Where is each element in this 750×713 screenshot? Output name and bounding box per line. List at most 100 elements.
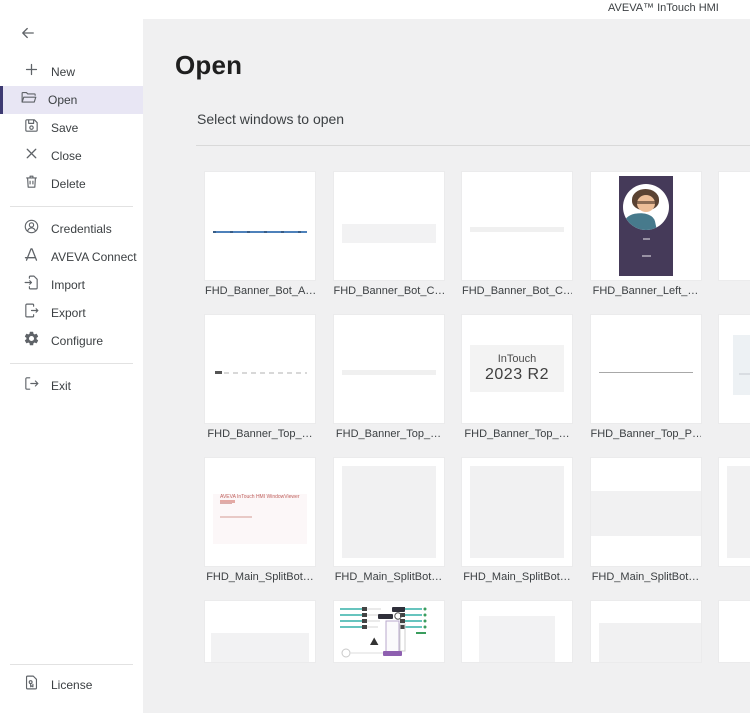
sidebar-item-close[interactable]: Close xyxy=(0,142,143,170)
window-item: FHD_Banner_Bot_C… xyxy=(333,172,444,298)
banner-thin-band xyxy=(341,370,436,375)
window-item: FHD_Banner_Bot_A… xyxy=(205,172,315,298)
import-icon xyxy=(23,274,40,296)
sidebar-item-credentials[interactable]: Credentials xyxy=(0,215,143,243)
sidebar-item-label: Import xyxy=(51,278,86,292)
save-icon xyxy=(23,117,40,139)
grid-row: REACTOR xyxy=(205,601,750,679)
plus-icon xyxy=(23,61,40,83)
window-thumbnail[interactable] xyxy=(462,172,572,280)
window-thumbnail[interactable] xyxy=(590,172,701,280)
sidebar-item-delete[interactable]: Delete xyxy=(0,170,143,198)
window-item: FHD_Banner_Top_P… xyxy=(590,315,701,441)
window-label: FHD_… xyxy=(719,571,750,584)
window-label: FHD_Banner_Bot_A… xyxy=(205,285,315,297)
person-circle-icon xyxy=(23,218,40,240)
window-thumbnail[interactable]: AVEVA InTouch HMI WindowViewer xyxy=(205,458,315,566)
gray-square xyxy=(470,466,564,558)
gray-square xyxy=(341,466,436,558)
gray-center-column xyxy=(479,616,555,662)
window-thumbnail[interactable] xyxy=(590,458,701,566)
banner-thin-band xyxy=(470,227,564,232)
window-label: FHD_Banner_Left_… xyxy=(592,285,699,297)
section-divider xyxy=(196,145,750,146)
window-thumbnail[interactable] xyxy=(462,601,572,662)
app-title: AVEVA™ InTouch HMI xyxy=(608,2,719,14)
window-thumbnail[interactable] xyxy=(205,172,315,280)
window-thumbnail[interactable] xyxy=(205,315,315,423)
sidebar-item-exit[interactable]: Exit xyxy=(0,372,143,400)
window-item: FHD_Banner_Top_… xyxy=(333,315,444,441)
page-subtitle: Select windows to open xyxy=(197,111,345,127)
window-thumbnail[interactable] xyxy=(333,315,444,423)
window-item: FHD_Main_SplitBot… xyxy=(462,458,572,584)
sidebar-item-export[interactable]: Export xyxy=(0,299,143,327)
sidebar-item-new[interactable]: New xyxy=(0,58,143,86)
main-content: Open Select windows to open FHD_Banner_B… xyxy=(143,19,750,713)
window-thumbnail[interactable] xyxy=(333,458,444,566)
avatar xyxy=(622,184,669,230)
banner-gray-band xyxy=(341,224,436,243)
window-label: FHD_Main_SplitBot… xyxy=(591,571,700,583)
sidebar-item-label: License xyxy=(51,678,93,692)
sidebar-item-license[interactable]: License xyxy=(0,671,143,699)
window-label: FHD_Banner_Top_P… xyxy=(590,428,701,440)
sidebar-item-label: Export xyxy=(51,306,86,320)
window-item: FHD_Banner_Left_… xyxy=(590,172,701,298)
window-label: FHD_Main_SplitBot… xyxy=(206,571,314,583)
list-panel xyxy=(733,335,750,395)
window-thumbnail[interactable] xyxy=(205,601,315,662)
window-label: FHD_… xyxy=(719,285,750,298)
gray-square xyxy=(727,466,750,558)
windows-grid: FHD_Banner_Bot_A… FHD_Banner_Bot_C… FHD_Ba… xyxy=(205,172,750,679)
folder-open-icon xyxy=(20,89,37,111)
sidebar-item-label: New xyxy=(51,65,76,79)
sidebar: New Open Save Close Delete Credentials A… xyxy=(0,0,143,713)
window-label: FHD_Main_SplitBot… xyxy=(463,571,571,583)
window-label: FHD_Banner_Top_… xyxy=(464,428,570,440)
window-thumbnail[interactable]: InTouch 2023 R2 xyxy=(462,315,572,423)
window-thumbnail[interactable] xyxy=(590,601,701,662)
gray-bottom-half xyxy=(211,632,309,662)
close-icon xyxy=(23,145,40,167)
grid-row: AVEVA InTouch HMI WindowViewer FHD_Main_S… xyxy=(205,458,750,601)
window-thumbnail[interactable] xyxy=(719,172,750,280)
window-item: FHD_Main_SplitBot… xyxy=(333,458,444,584)
purple-banner-panel xyxy=(618,176,673,276)
sidebar-item-open[interactable]: Open xyxy=(0,86,143,114)
gray-mid-band xyxy=(590,491,701,536)
export-icon xyxy=(23,302,40,324)
sidebar-item-configure[interactable]: Configure xyxy=(0,327,143,355)
back-button[interactable] xyxy=(19,24,37,42)
sidebar-item-aveva-connect[interactable]: AVEVA Connect xyxy=(0,243,143,271)
sidebar-item-label: Delete xyxy=(51,177,86,191)
window-item: REACTOR xyxy=(719,601,750,662)
sidebar-item-save[interactable]: Save xyxy=(0,114,143,142)
window-thumbnail[interactable] xyxy=(333,601,444,662)
sidebar-item-label: Close xyxy=(51,149,82,163)
window-item: FHD_… xyxy=(719,458,750,584)
sidebar-item-label: Credentials xyxy=(51,222,112,236)
window-thumbnail[interactable] xyxy=(590,315,701,423)
sidebar-item-label: Configure xyxy=(51,334,104,348)
window-thumbnail[interactable] xyxy=(719,315,750,423)
window-thumbnail[interactable] xyxy=(333,172,444,280)
sidebar-item-label: Open xyxy=(48,93,78,107)
window-item xyxy=(333,601,444,662)
window-label: FHD_Banner_Top_… xyxy=(335,428,442,440)
sidebar-item-label: Save xyxy=(51,121,79,135)
window-thumbnail[interactable] xyxy=(719,458,750,566)
window-item: AVEVA InTouch HMI WindowViewer FHD_Main_S… xyxy=(205,458,315,584)
banner-dark-line xyxy=(598,372,693,373)
process-diagram xyxy=(339,607,426,658)
window-thumbnail[interactable] xyxy=(462,458,572,566)
sidebar-item-label: AVEVA Connect xyxy=(51,250,137,264)
window-item: FHD_… xyxy=(719,315,750,441)
sidebar-divider xyxy=(10,363,133,364)
window-titlebar: AVEVA™ InTouch HMI xyxy=(0,0,750,19)
window-item: FHD_Banner_Bot_C… xyxy=(462,172,572,298)
sidebar-item-import[interactable]: Import xyxy=(0,271,143,299)
window-thumbnail[interactable]: REACTOR xyxy=(719,601,750,662)
window-item: FHD_Banner_Top_… xyxy=(205,315,315,441)
exit-icon xyxy=(23,375,40,397)
